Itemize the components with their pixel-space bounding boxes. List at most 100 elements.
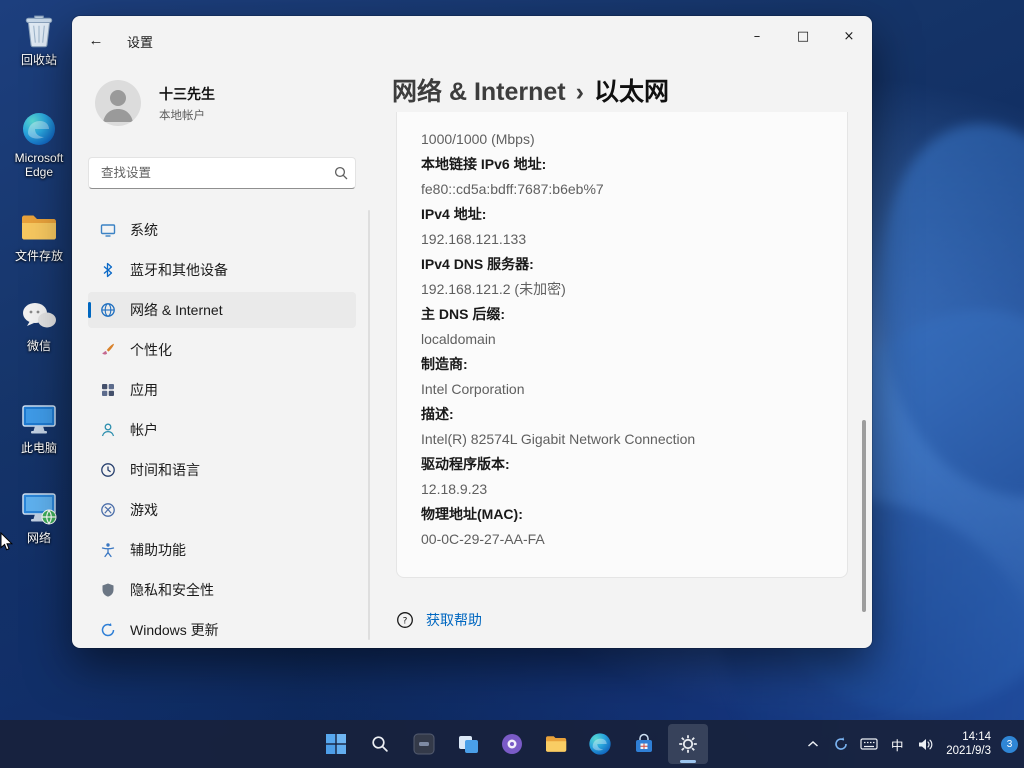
property-value: 12.18.9.23 [421,477,701,502]
sidebar-item-label: 隐私和安全性 [130,580,214,600]
property-value: 00-0C-29-27-AA-FA [421,527,701,552]
desktop-icon-folder[interactable]: 文件存放 [6,208,72,263]
edge-icon [588,732,612,756]
titlebar[interactable]: ← 设置 – □ × [72,16,872,64]
property-value: 192.168.121.133 [421,227,701,252]
dark-app-icon [412,732,436,756]
desktop-icon-label: 此电脑 [6,441,72,455]
get-help-link[interactable]: 获取帮助 [426,610,482,630]
svg-text:?: ? [403,617,408,627]
breadcrumb-separator: › [576,78,584,106]
property-label: 制造商: [421,352,823,377]
desktop-icon-wechat[interactable]: 微信 [6,298,72,353]
desktop-icon-network[interactable]: 网络 [6,490,72,545]
xbox-icon [100,502,116,518]
desktop-icon-label: 文件存放 [6,249,72,263]
edge-icon [6,110,72,148]
file-explorer-button[interactable] [536,724,576,764]
sidebar-item-label: Windows 更新 [130,620,219,640]
sidebar-scrollbar[interactable] [368,210,370,640]
sidebar-item-system[interactable]: 系统 [88,212,356,248]
folder-icon [6,208,72,246]
taskbar-app-purple[interactable] [492,724,532,764]
taskbar-app-dark[interactable] [404,724,444,764]
bluetooth-icon [100,262,116,278]
profile-text: 十三先生 本地帐户 [159,84,215,123]
notification-badge[interactable]: 3 [1001,736,1018,753]
taskbar: 中 14:14 2021/9/3 3 [0,720,1024,768]
sidebar-item-label: 网络 & Internet [130,300,223,320]
desktop-icon-label: 网络 [6,531,72,545]
close-button[interactable]: × [826,16,872,56]
search-button[interactable] [360,724,400,764]
clock-date: 2021/9/3 [946,744,991,758]
tray-sync-icon[interactable] [828,726,854,762]
sidebar-item-label: 系统 [130,220,158,240]
search-input[interactable] [89,166,327,180]
ime-indicator[interactable]: 中 [884,726,910,762]
property-value: fe80::cd5a:bdff:7687:b6eb%7 [421,177,701,202]
desktop-icon-label: 回收站 [6,53,72,67]
network-properties-card: 1000/1000 (Mbps) 本地链接 IPv6 地址: fe80::cd5… [396,112,848,578]
desktop-icon-edge[interactable]: Microsoft Edge [6,110,72,179]
gear-icon [677,733,699,755]
tray-chevron-up[interactable] [800,726,826,762]
content-area: 1000/1000 (Mbps) 本地链接 IPv6 地址: fe80::cd5… [372,112,872,648]
sidebar-item-windows-update[interactable]: Windows 更新 [88,612,356,648]
property-pair: IPv4 地址: 192.168.121.133 [421,202,823,252]
start-button[interactable] [316,724,356,764]
settings-app-button[interactable] [668,724,708,764]
caption-buttons: – □ × [734,16,872,56]
task-view-icon [456,732,480,756]
touch-keyboard-icon [860,737,878,751]
clock-time: 14:14 [946,730,991,744]
sidebar-item-network-internet[interactable]: 网络 & Internet [88,292,356,328]
sidebar-item-label: 帐户 [130,420,158,440]
update-icon [100,622,116,638]
volume-button[interactable] [912,726,938,762]
content-scrollbar[interactable] [862,420,866,612]
property-pair: 物理地址(MAC): 00-0C-29-27-AA-FA [421,502,823,552]
minimize-button[interactable]: – [734,16,780,56]
taskbar-clock[interactable]: 14:14 2021/9/3 [940,730,997,758]
desktop-icon-recycle-bin[interactable]: 回收站 [6,12,72,67]
property-value: 1000/1000 (Mbps) [421,127,701,152]
sidebar-item-accounts[interactable]: 帐户 [88,412,356,448]
sidebar-item-apps[interactable]: 应用 [88,372,356,408]
store-icon [632,732,656,756]
sidebar-item-label: 时间和语言 [130,460,200,480]
property-label: 物理地址(MAC): [421,502,823,527]
store-button[interactable] [624,724,664,764]
get-help-row[interactable]: ? 获取帮助 [396,610,482,630]
property-pair: 描述: Intel(R) 82574L Gigabit Network Conn… [421,402,823,452]
user-profile[interactable]: 十三先生 本地帐户 [95,80,215,126]
sidebar-item-label: 蓝牙和其他设备 [130,260,228,280]
taskbar-center-icons [316,724,708,764]
back-button[interactable]: ← [80,24,112,56]
sidebar-item-bluetooth-devices[interactable]: 蓝牙和其他设备 [88,252,356,288]
tray-keyboard-icon[interactable] [856,726,882,762]
speaker-icon [917,737,934,752]
search-icon [370,734,390,754]
settings-search-box[interactable] [88,157,356,189]
sidebar-item-gaming[interactable]: 游戏 [88,492,356,528]
avatar [95,80,141,126]
profile-account-type: 本地帐户 [159,107,215,123]
sidebar-item-accessibility[interactable]: 辅助功能 [88,532,356,568]
sidebar-item-privacy-security[interactable]: 隐私和安全性 [88,572,356,608]
task-view-button[interactable] [448,724,488,764]
ime-mode-text: 中 [891,735,904,754]
desktop: 回收站 Microsoft Edge 文件存放 [0,0,1024,768]
sidebar-item-personalization[interactable]: 个性化 [88,332,356,368]
desktop-icon-this-pc[interactable]: 此电脑 [6,400,72,455]
sidebar-item-time-language[interactable]: 时间和语言 [88,452,356,488]
sync-arrows-icon [833,736,849,752]
window-title: 设置 [127,32,153,51]
edge-button[interactable] [580,724,620,764]
desktop-icon-label: Microsoft Edge [6,151,72,179]
maximize-button[interactable]: □ [780,16,826,56]
property-pair: 主 DNS 后缀: localdomain [421,302,823,352]
breadcrumb-parent[interactable]: 网络 & Internet [392,78,566,106]
property-value: 192.168.121.2 (未加密) [421,277,701,302]
property-pair: 本地链接 IPv6 地址: fe80::cd5a:bdff:7687:b6eb%… [421,152,823,202]
